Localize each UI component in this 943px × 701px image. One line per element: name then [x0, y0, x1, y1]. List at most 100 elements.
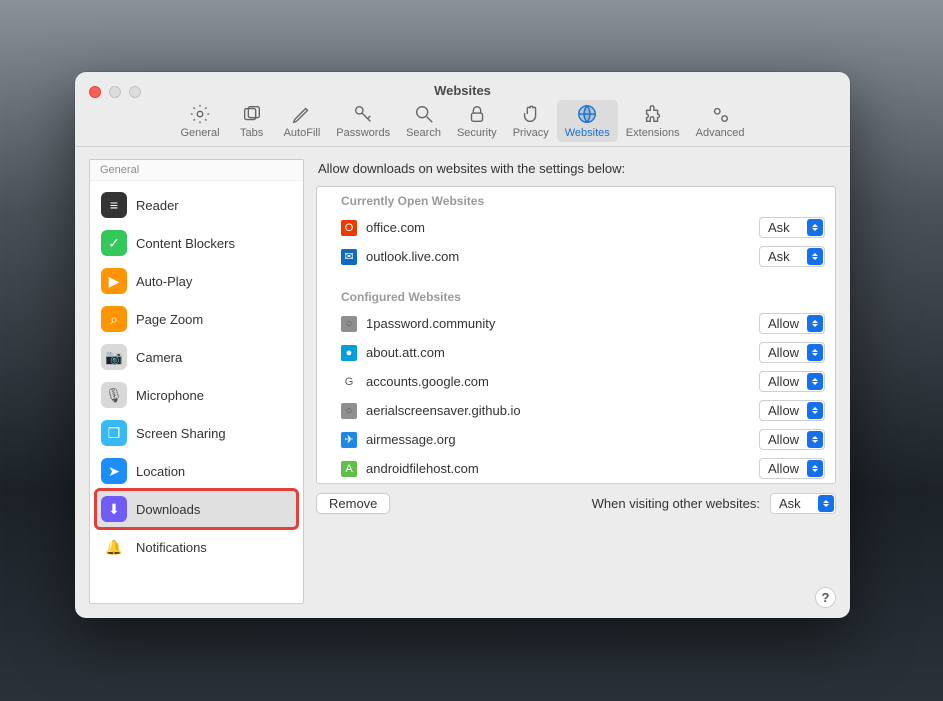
permission-dropdown[interactable]: Allow	[759, 342, 825, 363]
toolbar-label: Privacy	[513, 127, 549, 139]
other-websites-dropdown[interactable]: Ask	[770, 493, 836, 514]
website-name: 1password.community	[366, 316, 750, 331]
sidebar-item-label: Content Blockers	[136, 236, 235, 251]
toolbar-tab-security[interactable]: Security	[449, 100, 505, 142]
sidebar-item-icon: ▶	[101, 268, 127, 294]
toolbar-label: Security	[457, 127, 497, 139]
websites-table: Currently Open Websites Ooffice.comAsk✉o…	[316, 186, 836, 484]
sidebar-item-label: Auto-Play	[136, 274, 192, 289]
gear-icon	[188, 102, 212, 126]
sidebar-item-location[interactable]: ➤Location	[96, 452, 297, 490]
toolbar-label: AutoFill	[284, 127, 321, 139]
sidebar-item-label: Camera	[136, 350, 182, 365]
website-row[interactable]: ○ 1password.community Allow	[317, 309, 835, 338]
sidebar-item-page zoom[interactable]: ⌕ Page Zoom	[96, 300, 297, 338]
sidebar-item-microphone[interactable]: 🎙Microphone	[96, 376, 297, 414]
toolbar-tab-tabs[interactable]: Tabs	[228, 100, 276, 142]
sidebar-item-screen sharing[interactable]: ❐Screen Sharing	[96, 414, 297, 452]
toolbar-label: Websites	[565, 127, 610, 139]
toolbar-tab-autofill[interactable]: AutoFill	[276, 100, 329, 142]
titlebar: Websites General Tabs AutoFill Passwords…	[75, 72, 850, 147]
dropdown-value: Allow	[768, 461, 806, 476]
toolbar-tab-search[interactable]: Search	[398, 100, 449, 142]
preferences-window: Websites General Tabs AutoFill Passwords…	[75, 72, 850, 618]
website-name: androidfilehost.com	[366, 461, 750, 476]
dropdown-value: Allow	[768, 432, 806, 447]
sidebar-item-icon: 🎙	[101, 382, 127, 408]
permission-dropdown[interactable]: Allow	[759, 458, 825, 479]
toolbar-tab-extensions[interactable]: Extensions	[618, 100, 688, 142]
sidebar-item-icon: ⬇	[101, 496, 127, 522]
sidebar-item-icon: 📷	[101, 344, 127, 370]
permission-dropdown[interactable]: Allow	[759, 371, 825, 392]
sidebar-item-label: Reader	[136, 198, 179, 213]
tabs-icon	[240, 102, 264, 126]
favicon-icon: A	[341, 461, 357, 477]
favicon-icon: ○	[341, 316, 357, 332]
website-name: office.com	[366, 220, 750, 235]
bottom-bar: Remove When visiting other websites: Ask	[316, 493, 836, 514]
sidebar-item-downloads[interactable]: ⬇ Downloads	[96, 490, 297, 528]
sidebar-item-icon: ≡	[101, 192, 127, 218]
sidebar-item-reader[interactable]: ≡ Reader	[96, 186, 297, 224]
favicon-icon: ✈	[341, 432, 357, 448]
sidebar-item-label: Page Zoom	[136, 312, 203, 327]
sidebar-item-label: Notifications	[136, 540, 207, 555]
website-name: accounts.google.com	[366, 374, 750, 389]
sidebar-item-label: Downloads	[136, 502, 200, 517]
main-panel: Allow downloads on websites with the set…	[316, 159, 836, 604]
toolbar-label: Extensions	[626, 127, 680, 139]
chevron-updown-icon	[807, 344, 823, 361]
sidebar-item-label: Location	[136, 464, 185, 479]
toolbar-tab-passwords[interactable]: Passwords	[328, 100, 398, 142]
sidebar-item-auto-play[interactable]: ▶ Auto-Play	[96, 262, 297, 300]
website-row[interactable]: Gaccounts.google.comAllow	[317, 367, 835, 396]
dropdown-value: Allow	[768, 374, 806, 389]
permission-dropdown[interactable]: Allow	[759, 400, 825, 421]
sidebar-section-header: General	[90, 160, 303, 181]
chevron-updown-icon	[807, 460, 823, 477]
key-icon	[351, 102, 375, 126]
remove-button[interactable]: Remove	[316, 493, 390, 514]
toolbar-label: Tabs	[240, 127, 263, 139]
toolbar-label: Search	[406, 127, 441, 139]
help-button[interactable]: ?	[815, 587, 836, 608]
website-name: aerialscreensaver.github.io	[366, 403, 750, 418]
permission-dropdown[interactable]: Ask	[759, 217, 825, 238]
dropdown-value: Allow	[768, 345, 806, 360]
chevron-updown-icon	[807, 248, 823, 265]
website-row[interactable]: ●about.att.comAllow	[317, 338, 835, 367]
sidebar-item-camera[interactable]: 📷 Camera	[96, 338, 297, 376]
sidebar-item-content blockers[interactable]: ✓Content Blockers	[96, 224, 297, 262]
toolbar-label: Advanced	[696, 127, 745, 139]
website-row[interactable]: ○ aerialscreensaver.github.io Allow	[317, 396, 835, 425]
settings-sidebar: General ≡ Reader ✓Content Blockers ▶ Auto-Pl…	[89, 159, 304, 604]
dropdown-value: Allow	[768, 403, 806, 418]
sidebar-item-icon: ⌕	[101, 306, 127, 332]
toolbar-tab-advanced[interactable]: Advanced	[688, 100, 753, 142]
permission-dropdown[interactable]: Allow	[759, 313, 825, 334]
other-websites-label: When visiting other websites:	[592, 496, 760, 511]
permission-dropdown[interactable]: Ask	[759, 246, 825, 267]
website-row[interactable]: Ooffice.com Ask	[317, 213, 835, 242]
website-row[interactable]: ✉outlook.live.comAsk	[317, 242, 835, 271]
toolbar-tab-websites[interactable]: Websites	[557, 100, 618, 142]
toolbar-tab-privacy[interactable]: Privacy	[505, 100, 557, 142]
dropdown-value: Ask	[768, 220, 806, 235]
favicon-icon: ●	[341, 345, 357, 361]
favicon-icon: ○	[341, 403, 357, 419]
sidebar-item-notifications[interactable]: 🔔Notifications	[96, 528, 297, 566]
gears-icon	[708, 102, 732, 126]
chevron-updown-icon	[807, 402, 823, 419]
favicon-icon: O	[341, 220, 357, 236]
toolbar-tab-general[interactable]: General	[172, 100, 227, 142]
website-row[interactable]: Aandroidfilehost.com Allow	[317, 454, 835, 483]
chevron-updown-icon	[807, 315, 823, 332]
website-row[interactable]: ✈airmessage.orgAllow	[317, 425, 835, 454]
toolbar-label: General	[180, 127, 219, 139]
chevron-updown-icon	[818, 495, 834, 512]
dropdown-value: Ask	[779, 496, 817, 511]
favicon-icon: ✉	[341, 249, 357, 265]
chevron-updown-icon	[807, 373, 823, 390]
permission-dropdown[interactable]: Allow	[759, 429, 825, 450]
